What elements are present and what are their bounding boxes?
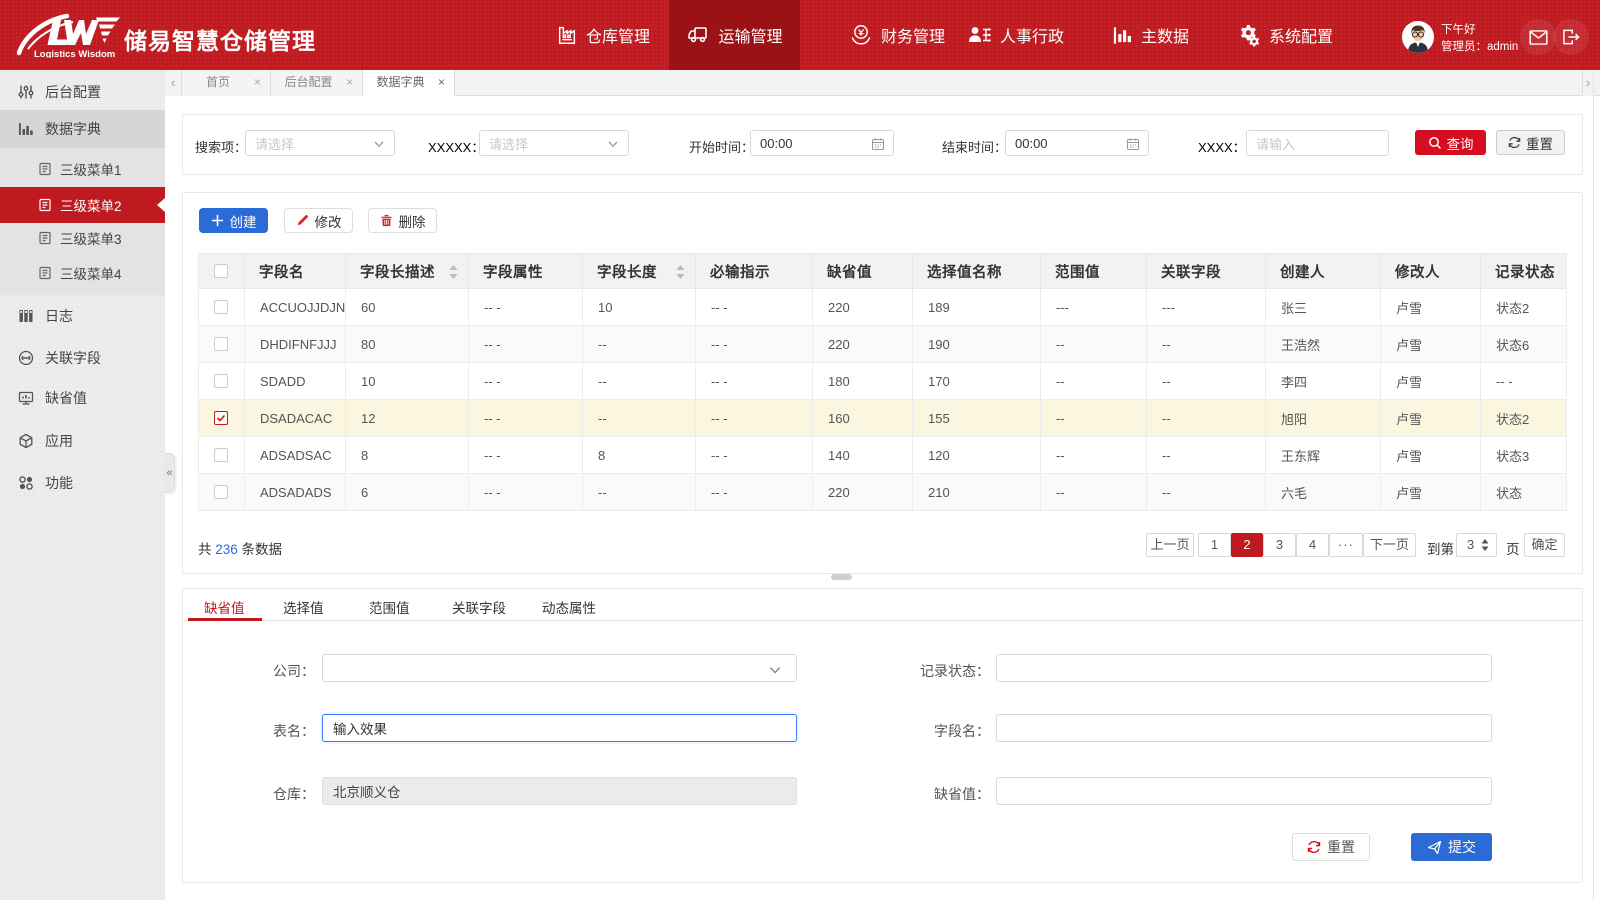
svg-text:Logistics Wisdom: Logistics Wisdom <box>34 49 115 58</box>
